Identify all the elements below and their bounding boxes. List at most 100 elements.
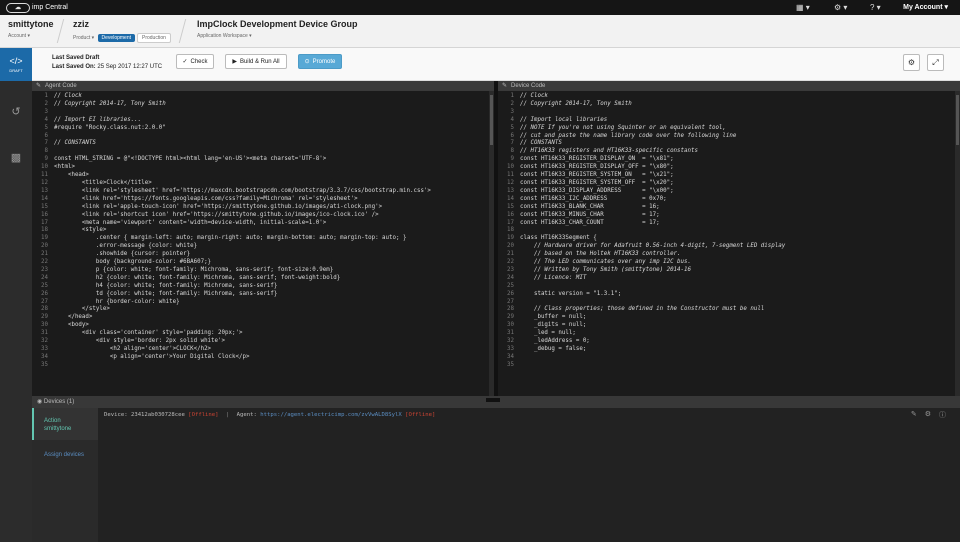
device-group-breadcrumb[interactable]: ImpClock Development Device Group Applic…: [197, 19, 358, 39]
code-line[interactable]: 30 <body>: [32, 322, 494, 330]
product-breadcrumb[interactable]: zziz Product ▾ Development Production: [73, 19, 171, 43]
code-line[interactable]: 2 // Copyright 2014-17, Tony Smith: [498, 101, 960, 109]
code-line[interactable]: 31 _led = null;: [498, 330, 960, 338]
code-line[interactable]: 4 // Import local libraries: [498, 117, 960, 125]
code-line[interactable]: 22 body {background-color: #6BA607;}: [32, 259, 494, 267]
env-production-tab[interactable]: Production: [137, 33, 171, 43]
settings-icon[interactable]: ⚙: [925, 410, 931, 420]
code-line[interactable]: 16 <link rel='shortcut icon' href='https…: [32, 212, 494, 220]
code-line[interactable]: 19 .center { margin-left: auto; margin-r…: [32, 235, 494, 243]
code-line[interactable]: 12 <title>Clock</title>: [32, 180, 494, 188]
info-icon[interactable]: ⓘ: [939, 410, 946, 420]
code-line[interactable]: 15 <link rel='apple-touch-icon' href='ht…: [32, 204, 494, 212]
code-line[interactable]: 1 // Clock: [32, 93, 494, 101]
code-line[interactable]: 21 // based on the Holtek HT16K33 contro…: [498, 251, 960, 259]
code-line[interactable]: 18 <style>: [32, 227, 494, 235]
code-line[interactable]: 9 const HTML_STRING = @"<!DOCTYPE html><h…: [32, 156, 494, 164]
code-line[interactable]: 22 // The LED communicates over any imp …: [498, 259, 960, 267]
code-line[interactable]: 10 <html>: [32, 164, 494, 172]
code-line[interactable]: 35: [498, 362, 960, 370]
code-line[interactable]: 33 <h2 align='center'>CLOCK</h2>: [32, 346, 494, 354]
assign-devices-link[interactable]: Assign devices: [44, 452, 84, 458]
promote-button[interactable]: ⊙ Promote: [298, 54, 342, 69]
code-line[interactable]: 19 class HT16K33Segment {: [498, 235, 960, 243]
code-line[interactable]: 28 </style>: [32, 306, 494, 314]
my-account-menu[interactable]: My Account ▾: [903, 3, 948, 11]
imp-central-logo[interactable]: ☁ imp Central: [6, 2, 68, 13]
code-line[interactable]: 7 // CONSTANTS: [498, 140, 960, 148]
code-line[interactable]: 8: [32, 148, 494, 156]
check-button[interactable]: ✓ Check: [176, 54, 214, 69]
code-line[interactable]: 20 .error-message {color: white}: [32, 243, 494, 251]
code-line[interactable]: 24 // Licence: MIT: [498, 275, 960, 283]
code-line[interactable]: 3: [498, 109, 960, 117]
code-line[interactable]: 8 // HT16K33 registers and HT16K33-specif…: [498, 148, 960, 156]
agent-scroll-thumb[interactable]: [490, 95, 493, 145]
edit-icon[interactable]: ✎: [911, 410, 917, 420]
device-scrollbar[interactable]: [955, 91, 960, 396]
code-line[interactable]: 25: [498, 283, 960, 291]
help-menu-icon[interactable]: ? ▾: [870, 2, 881, 13]
code-line[interactable]: 27 hr {border-color: white}: [32, 299, 494, 307]
history-icon[interactable]: ↺: [0, 96, 32, 126]
device-scroll-thumb[interactable]: [956, 95, 959, 145]
code-line[interactable]: 17 const HT16K33_CHAR_COUNT = 17;: [498, 220, 960, 228]
code-line[interactable]: 5 // NOTE If you're not using Squinter or…: [498, 125, 960, 133]
code-line[interactable]: 9 const HT16K33_REGISTER_DISPLAY_ON = "\x…: [498, 156, 960, 164]
settings-menu-icon[interactable]: ⚙ ▾: [834, 2, 847, 13]
code-line[interactable]: 13 const HT16K33_DISPLAY_ADDRESS = "\x00"…: [498, 188, 960, 196]
code-line[interactable]: 7 // CONSTANTS: [32, 140, 494, 148]
device-code-editor[interactable]: 1 // Clock 2 // Copyright 2014-17, Tony Smi…: [498, 91, 960, 370]
device-row[interactable]: Device: 23412ab030728cee [Offline] | Age…: [104, 410, 960, 420]
code-line[interactable]: 18: [498, 227, 960, 235]
code-line[interactable]: 16 const HT16K33_MINUS_CHAR = 17;: [498, 212, 960, 220]
code-line[interactable]: 6: [32, 133, 494, 141]
build-run-button[interactable]: ▶ Build & Run All: [225, 54, 287, 69]
code-line[interactable]: 14 const HT16K33_I2C_ADDRESS = 0x70;: [498, 196, 960, 204]
devices-bar[interactable]: ◉ Devices (1): [32, 396, 960, 408]
code-line[interactable]: 15 const HT16K33_BLANK_CHAR = 16;: [498, 204, 960, 212]
code-line[interactable]: 28 // Class properties; those defined in…: [498, 306, 960, 314]
device-code-pane[interactable]: ✎ Device Code 1 // Clock 2 // Copyright 201…: [498, 81, 960, 396]
code-line[interactable]: 17 <meta name='viewport' content='width=…: [32, 220, 494, 228]
code-line[interactable]: 11 const HT16K33_REGISTER_SYSTEM_ON = "\x…: [498, 172, 960, 180]
code-line[interactable]: 2 // Copyright 2014-17, Tony Smith: [32, 101, 494, 109]
agent-code-editor[interactable]: 1 // Clock 2 // Copyright 2014-17, Tony Smi…: [32, 91, 494, 370]
code-line[interactable]: 34 <p align='center'>Your Digital Clock<…: [32, 354, 494, 362]
code-line[interactable]: 25 h4 {color: white; font-family: Michro…: [32, 283, 494, 291]
code-line[interactable]: 35: [32, 362, 494, 370]
code-line[interactable]: 5 #require "Rocky.class.nut:2.0.0": [32, 125, 494, 133]
code-line[interactable]: 14 <link href='https://fonts.googleapis.…: [32, 196, 494, 204]
agent-url-link[interactable]: https://agent.electricimp.com/zvVwALD8Sy…: [260, 412, 401, 418]
code-line[interactable]: 31 <div class='container' style='padding…: [32, 330, 494, 338]
agent-code-pane[interactable]: ✎ Agent Code 1 // Clock 2 // Copyright 2014…: [32, 81, 494, 396]
code-line[interactable]: 23 // Written by Tony Smith (smittytone)…: [498, 267, 960, 275]
code-line[interactable]: 30 _digits = null;: [498, 322, 960, 330]
code-line[interactable]: 33 _debug = false;: [498, 346, 960, 354]
code-line[interactable]: 34: [498, 354, 960, 362]
code-line[interactable]: 11 <head>: [32, 172, 494, 180]
code-line[interactable]: 24 h2 {color: white; font-family: Michro…: [32, 275, 494, 283]
code-line[interactable]: 32 _ledAddress = 0;: [498, 338, 960, 346]
fullscreen-button[interactable]: ⤢: [927, 54, 944, 71]
action-tab[interactable]: Action smittytone: [32, 408, 98, 440]
code-line[interactable]: 23 p {color: white; font-family: Michrom…: [32, 267, 494, 275]
chip-icon[interactable]: ▩: [0, 142, 32, 172]
code-line[interactable]: 32 <div style='border: 2px solid white'>: [32, 338, 494, 346]
code-line[interactable]: 29 </head>: [32, 314, 494, 322]
code-line[interactable]: 12 const HT16K33_REGISTER_SYSTEM_OFF = "\…: [498, 180, 960, 188]
code-line[interactable]: 4 // Import EI libraries...: [32, 117, 494, 125]
code-line[interactable]: 13 <link rel='stylesheet' href='https://…: [32, 188, 494, 196]
nav-code-editor[interactable]: </> DRAFT: [0, 48, 32, 81]
account-breadcrumb[interactable]: smittytone Account ▾: [8, 19, 54, 39]
chip-menu-icon[interactable]: ▦ ▾: [796, 2, 810, 13]
code-line[interactable]: 3: [32, 109, 494, 117]
device-id[interactable]: 23412ab030728cee: [131, 412, 185, 418]
resize-handle[interactable]: [486, 398, 500, 402]
code-line[interactable]: 20 // Hardware driver for Adafruit 0.56-…: [498, 243, 960, 251]
code-line[interactable]: 1 // Clock: [498, 93, 960, 101]
code-line[interactable]: 21 .showhide {cursor: pointer}: [32, 251, 494, 259]
code-line[interactable]: 10 const HT16K33_REGISTER_DISPLAY_OFF = "…: [498, 164, 960, 172]
env-development-tab[interactable]: Development: [97, 34, 135, 42]
settings-button[interactable]: ⚙: [903, 54, 920, 71]
